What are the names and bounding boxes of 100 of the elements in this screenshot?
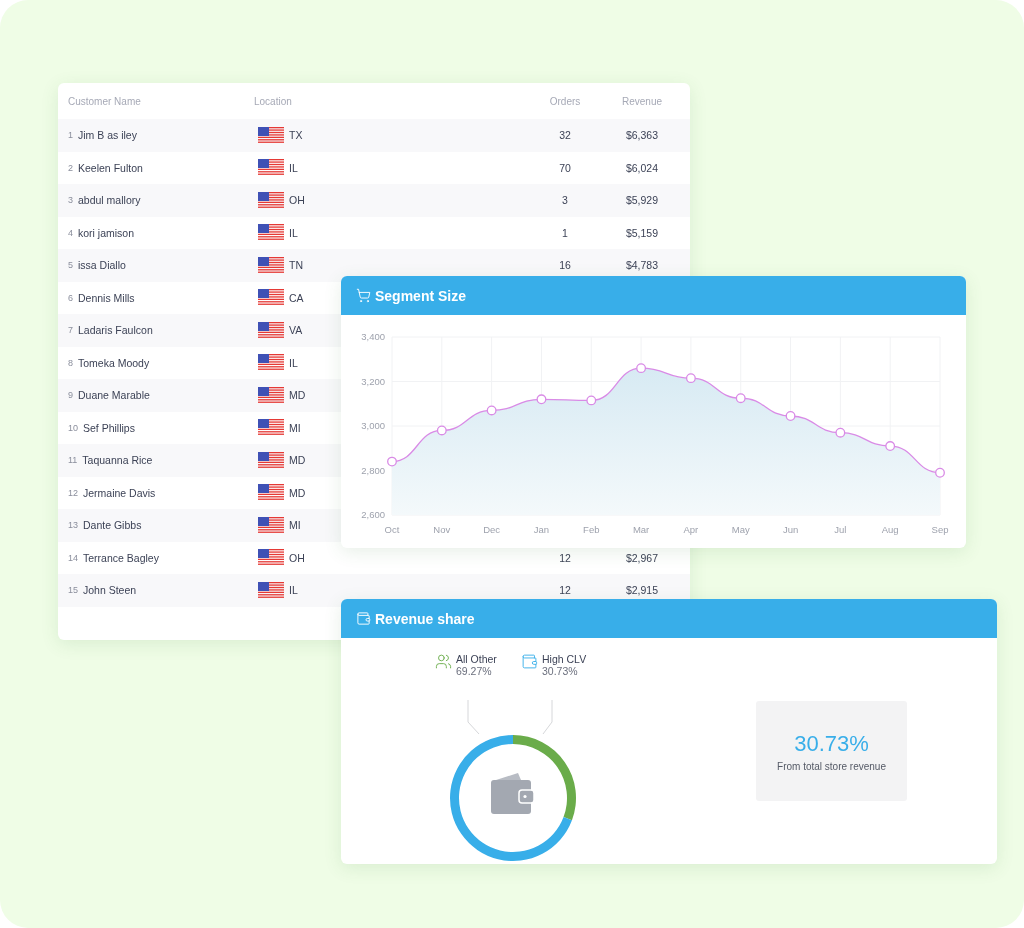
state-code: IL	[289, 356, 298, 369]
customer-name: Sef Phillips	[83, 421, 135, 434]
legend-share: 30.73%	[542, 665, 579, 677]
axis-label: Feb	[583, 524, 600, 535]
axis-label: Nov	[433, 524, 451, 535]
state-code: MI	[289, 421, 301, 434]
data-point	[935, 467, 945, 478]
data-point	[486, 405, 497, 416]
people-icon	[435, 653, 452, 670]
wallet-icon	[356, 611, 371, 626]
data-point	[636, 363, 647, 374]
orders-count: 1	[562, 226, 568, 239]
axis-label: May	[731, 524, 750, 535]
axis-label: Oct	[384, 524, 400, 535]
flag-icon	[258, 581, 284, 599]
row-number: 8	[68, 357, 73, 368]
axis-label: 3,200	[361, 375, 385, 387]
legend-label: All Other	[456, 653, 497, 665]
axis-label: 2,800	[361, 464, 385, 476]
row-number: 14	[68, 552, 78, 563]
customer-name: John Steen	[83, 584, 137, 597]
customer-name: Dennis Mills	[78, 291, 135, 304]
row-number: 2	[68, 162, 73, 173]
cart-icon	[356, 288, 371, 303]
orders-count: 16	[559, 259, 571, 272]
customer-name: Duane Marable	[78, 389, 150, 402]
column-header: Revenue	[622, 95, 662, 107]
row-number: 10	[68, 422, 78, 433]
data-point	[436, 425, 447, 436]
row-number: 4	[68, 227, 73, 238]
wallet-icon	[491, 773, 535, 814]
data-point	[885, 441, 896, 451]
state-code: OH	[289, 551, 305, 564]
state-code: MD	[289, 389, 306, 402]
state-code: IL	[289, 161, 298, 174]
data-point	[735, 393, 746, 404]
flag-icon	[258, 484, 284, 502]
customer-name: abdul mallory	[78, 194, 141, 207]
row-number: 15	[68, 585, 78, 596]
flag-icon	[258, 516, 284, 534]
orders-count: 12	[559, 551, 571, 564]
state-code: CA	[289, 291, 304, 304]
flag-icon	[258, 386, 284, 404]
row-number: 1	[68, 130, 73, 141]
row-number: 6	[68, 292, 73, 303]
column-header: Customer Name	[68, 95, 141, 107]
data-point	[536, 394, 547, 405]
state-code: MI	[289, 519, 301, 532]
flag-icon	[258, 321, 284, 339]
state-code: IL	[289, 584, 298, 597]
customer-name: Ladaris Faulcon	[78, 324, 153, 337]
card-title: Revenue share	[375, 610, 475, 627]
data-point	[835, 427, 846, 438]
wallet-icon	[521, 653, 538, 670]
leader-line	[467, 699, 480, 735]
row-number: 7	[68, 325, 73, 336]
customer-name: Jermaine Davis	[83, 486, 156, 499]
axis-label: 3,000	[361, 420, 385, 431]
revenue-amount: $6,363	[625, 129, 659, 142]
data-point	[387, 456, 397, 467]
axis-label: Apr	[683, 524, 699, 535]
customer-name: Keelen Fulton	[78, 161, 143, 174]
row-number: 13	[68, 520, 78, 531]
legend-label: High CLV	[542, 653, 587, 665]
orders-count: 3	[562, 194, 568, 207]
customer-name: kori jamison	[78, 226, 135, 239]
flag-icon	[258, 289, 284, 307]
axis-label: 2,600	[361, 509, 385, 520]
revenue-amount: $6,024	[625, 161, 659, 174]
orders-count: 32	[559, 129, 571, 142]
revenue-amount: $2,915	[625, 584, 659, 597]
revenue-amount: $2,967	[625, 551, 659, 564]
flag-icon	[258, 451, 284, 469]
data-point	[685, 373, 696, 384]
state-code: MD	[289, 486, 306, 499]
customer-name: Tomeka Moody	[78, 356, 150, 369]
axis-label: Dec	[483, 524, 501, 535]
flag-icon	[258, 549, 284, 567]
card-title: Segment Size	[375, 287, 467, 304]
customer-name: Jim B as iley	[78, 129, 137, 142]
row-number: 9	[68, 390, 73, 401]
stat-caption: From total store revenue	[777, 760, 886, 772]
state-code: MD	[289, 454, 306, 467]
customer-name: Dante Gibbs	[83, 519, 142, 532]
flag-icon	[258, 419, 284, 437]
revenue-amount: $5,159	[625, 226, 659, 239]
flag-icon	[258, 224, 284, 242]
row-number: 3	[68, 195, 73, 206]
axis-label: 3,400	[361, 331, 385, 342]
flag-icon	[258, 126, 284, 144]
leader-line	[542, 699, 553, 735]
revenue-amount: $5,929	[625, 194, 659, 207]
state-code: IL	[289, 226, 298, 239]
stat-value: 30.73%	[794, 730, 869, 757]
flag-icon	[258, 354, 284, 372]
legend-share: 69.27%	[456, 665, 493, 677]
flag-icon	[258, 159, 284, 177]
axis-label: Jul	[834, 524, 847, 535]
row-number: 5	[68, 260, 73, 271]
flag-icon	[258, 256, 284, 274]
